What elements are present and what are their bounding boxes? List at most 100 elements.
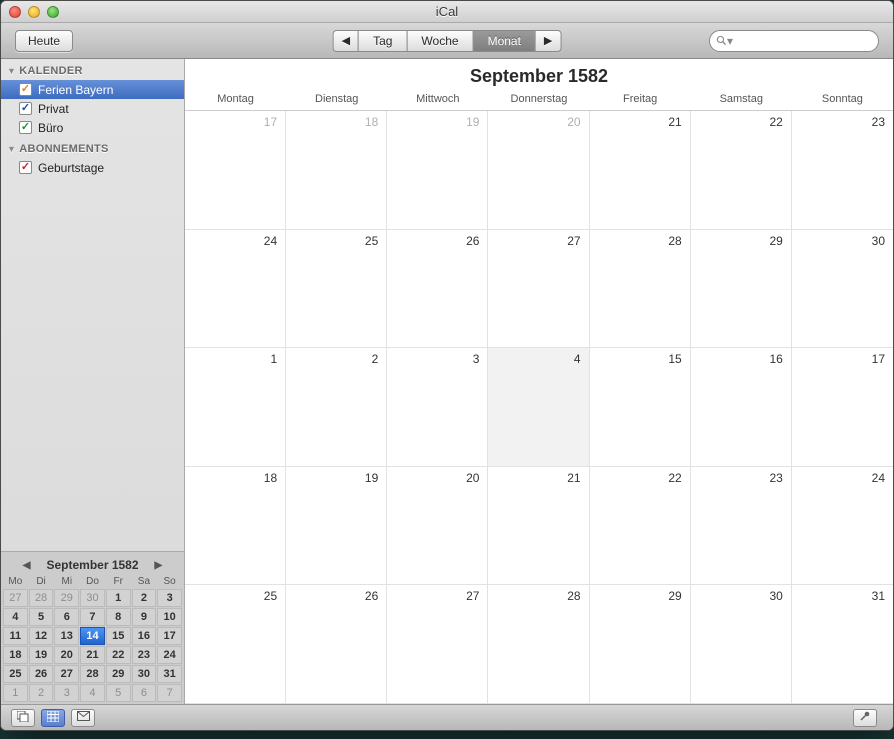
mini-day-cell[interactable]: 14 (80, 627, 105, 645)
day-cell[interactable]: 20 (387, 467, 488, 586)
today-button[interactable]: Heute (15, 30, 73, 52)
day-cell[interactable]: 24 (792, 467, 893, 586)
mini-day-cell[interactable]: 26 (29, 665, 54, 683)
close-window-button[interactable] (9, 6, 21, 18)
day-cell[interactable]: 27 (488, 230, 589, 349)
mini-day-cell[interactable]: 7 (157, 684, 182, 702)
view-week-button[interactable]: Woche (406, 30, 472, 52)
mini-day-cell[interactable]: 7 (80, 608, 105, 626)
calendar-item[interactable]: ✓Privat (1, 99, 184, 118)
day-cell[interactable]: 15 (590, 348, 691, 467)
mini-day-cell[interactable]: 5 (106, 684, 131, 702)
day-cell[interactable]: 19 (387, 111, 488, 230)
prev-button[interactable]: ◀ (333, 30, 358, 52)
day-cell[interactable]: 21 (488, 467, 589, 586)
day-cell[interactable]: 25 (185, 585, 286, 704)
calendar-checkbox[interactable]: ✓ (19, 102, 32, 115)
day-cell[interactable]: 18 (185, 467, 286, 586)
search-input[interactable] (735, 34, 890, 48)
mini-day-cell[interactable]: 1 (3, 684, 28, 702)
zoom-window-button[interactable] (47, 6, 59, 18)
mini-day-cell[interactable]: 24 (157, 646, 182, 664)
mini-calendar-toggle-button[interactable] (41, 709, 65, 727)
day-cell[interactable]: 1 (185, 348, 286, 467)
day-cell[interactable]: 23 (792, 111, 893, 230)
day-cell[interactable]: 17 (185, 111, 286, 230)
calendars-panel-button[interactable] (11, 709, 35, 727)
calendar-checkbox[interactable]: ✓ (19, 161, 32, 174)
calendar-item[interactable]: ✓Geburtstage (1, 158, 184, 177)
pin-button[interactable] (853, 709, 877, 727)
calendar-checkbox[interactable]: ✓ (19, 83, 32, 96)
day-cell[interactable]: 26 (286, 585, 387, 704)
day-cell[interactable]: 20 (488, 111, 589, 230)
mini-day-cell[interactable]: 11 (3, 627, 28, 645)
mini-day-cell[interactable]: 4 (80, 684, 105, 702)
day-cell[interactable]: 28 (488, 585, 589, 704)
mini-prev-button[interactable]: ◀ (17, 560, 37, 571)
mini-day-cell[interactable]: 28 (29, 589, 54, 607)
mini-day-cell[interactable]: 9 (132, 608, 157, 626)
mini-day-cell[interactable]: 31 (157, 665, 182, 683)
day-cell[interactable]: 26 (387, 230, 488, 349)
mini-day-cell[interactable]: 16 (132, 627, 157, 645)
day-cell[interactable]: 23 (691, 467, 792, 586)
day-cell[interactable]: 21 (590, 111, 691, 230)
day-cell[interactable]: 4 (488, 348, 589, 467)
view-day-button[interactable]: Tag (358, 30, 406, 52)
mini-day-cell[interactable]: 12 (29, 627, 54, 645)
minimize-window-button[interactable] (28, 6, 40, 18)
calendar-item[interactable]: ✓Büro (1, 118, 184, 137)
mini-day-cell[interactable]: 30 (132, 665, 157, 683)
mini-day-cell[interactable]: 4 (3, 608, 28, 626)
mini-day-cell[interactable]: 8 (106, 608, 131, 626)
day-cell[interactable]: 29 (691, 230, 792, 349)
day-cell[interactable]: 16 (691, 348, 792, 467)
view-month-button[interactable]: Monat (473, 30, 535, 52)
day-cell[interactable]: 25 (286, 230, 387, 349)
mini-day-cell[interactable]: 2 (132, 589, 157, 607)
day-cell[interactable]: 30 (792, 230, 893, 349)
mini-day-cell[interactable]: 15 (106, 627, 131, 645)
day-cell[interactable]: 18 (286, 111, 387, 230)
day-cell[interactable]: 2 (286, 348, 387, 467)
mini-day-cell[interactable]: 10 (157, 608, 182, 626)
day-cell[interactable]: 30 (691, 585, 792, 704)
next-button[interactable]: ▶ (535, 30, 561, 52)
mini-next-button[interactable]: ▶ (149, 560, 169, 571)
mini-day-cell[interactable]: 29 (106, 665, 131, 683)
mini-day-cell[interactable]: 30 (80, 589, 105, 607)
mini-day-cell[interactable]: 13 (54, 627, 79, 645)
mini-day-cell[interactable]: 27 (54, 665, 79, 683)
mini-day-cell[interactable]: 6 (132, 684, 157, 702)
mini-day-cell[interactable]: 6 (54, 608, 79, 626)
day-cell[interactable]: 17 (792, 348, 893, 467)
notifications-button[interactable] (71, 709, 95, 727)
mini-day-cell[interactable]: 22 (106, 646, 131, 664)
mini-day-cell[interactable]: 18 (3, 646, 28, 664)
mini-day-cell[interactable]: 25 (3, 665, 28, 683)
mini-day-cell[interactable]: 5 (29, 608, 54, 626)
mini-day-cell[interactable]: 21 (80, 646, 105, 664)
day-cell[interactable]: 22 (691, 111, 792, 230)
sidebar-group-header[interactable]: ▼KALENDER (1, 59, 184, 80)
calendar-checkbox[interactable]: ✓ (19, 121, 32, 134)
day-cell[interactable]: 3 (387, 348, 488, 467)
day-cell[interactable]: 27 (387, 585, 488, 704)
mini-day-cell[interactable]: 3 (157, 589, 182, 607)
mini-day-cell[interactable]: 17 (157, 627, 182, 645)
mini-day-cell[interactable]: 20 (54, 646, 79, 664)
day-cell[interactable]: 24 (185, 230, 286, 349)
sidebar-group-header[interactable]: ▼ABONNEMENTS (1, 137, 184, 158)
mini-day-cell[interactable]: 23 (132, 646, 157, 664)
mini-day-cell[interactable]: 27 (3, 589, 28, 607)
mini-day-cell[interactable]: 2 (29, 684, 54, 702)
day-cell[interactable]: 28 (590, 230, 691, 349)
day-cell[interactable]: 19 (286, 467, 387, 586)
mini-day-cell[interactable]: 1 (106, 589, 131, 607)
search-field[interactable]: ▾ (709, 30, 879, 52)
calendar-item[interactable]: ✓Ferien Bayern (1, 80, 184, 99)
day-cell[interactable]: 22 (590, 467, 691, 586)
day-cell[interactable]: 31 (792, 585, 893, 704)
day-cell[interactable]: 29 (590, 585, 691, 704)
